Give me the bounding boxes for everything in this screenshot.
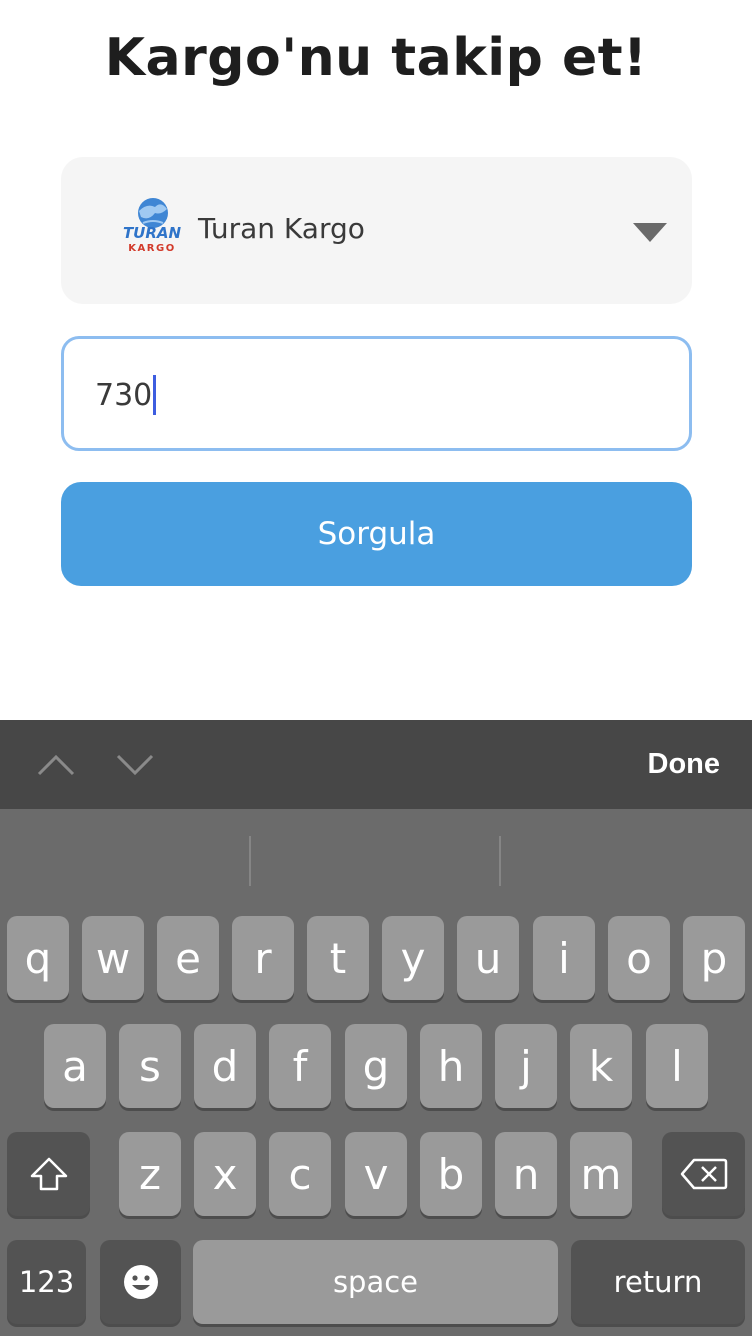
key-v[interactable]: v xyxy=(345,1132,407,1216)
key-d[interactable]: d xyxy=(194,1024,256,1108)
key-t[interactable]: t xyxy=(307,916,369,1000)
return-key[interactable]: return xyxy=(571,1240,745,1324)
carrier-select[interactable]: TURAN KARGO Turan Kargo xyxy=(61,157,692,304)
done-button[interactable]: Done xyxy=(648,748,721,781)
delete-key[interactable] xyxy=(662,1132,745,1216)
keyboard: q w e r t y u i o p a s d f g h j k l z … xyxy=(0,809,752,1336)
key-x[interactable]: x xyxy=(194,1132,256,1216)
dropdown-triangle-icon[interactable] xyxy=(633,221,667,243)
key-m[interactable]: m xyxy=(570,1132,632,1216)
key-w[interactable]: w xyxy=(82,916,144,1000)
shift-icon xyxy=(30,1157,67,1191)
key-z[interactable]: z xyxy=(119,1132,181,1216)
logo-text-top: TURAN xyxy=(123,224,182,242)
chevron-down-icon[interactable] xyxy=(115,744,155,784)
key-l[interactable]: l xyxy=(646,1024,708,1108)
suggestion-divider xyxy=(499,836,501,886)
keyboard-toolbar: Done xyxy=(0,720,752,809)
key-p[interactable]: p xyxy=(683,916,745,1000)
chevron-up-icon[interactable] xyxy=(36,744,76,784)
key-g[interactable]: g xyxy=(345,1024,407,1108)
backspace-icon xyxy=(680,1158,727,1190)
logo-text-bottom: KARGO xyxy=(128,243,175,254)
key-j[interactable]: j xyxy=(495,1024,557,1108)
query-button[interactable]: Sorgula xyxy=(61,482,692,586)
key-y[interactable]: y xyxy=(382,916,444,1000)
key-o[interactable]: o xyxy=(608,916,670,1000)
suggestion-divider xyxy=(249,836,251,886)
numbers-key[interactable]: 123 xyxy=(7,1240,86,1324)
tracking-number-value: 730 xyxy=(95,377,153,413)
text-cursor xyxy=(153,375,157,415)
key-f[interactable]: f xyxy=(269,1024,331,1108)
selected-carrier-label: Turan Kargo xyxy=(198,212,365,245)
emoji-icon xyxy=(123,1265,158,1299)
tracking-number-input[interactable]: 730 xyxy=(61,336,692,451)
key-i[interactable]: i xyxy=(533,916,595,1000)
key-r[interactable]: r xyxy=(232,916,294,1000)
space-key[interactable]: space xyxy=(193,1240,558,1324)
page-title: Kargo'nu takip et! xyxy=(104,28,648,88)
key-n[interactable]: n xyxy=(495,1132,557,1216)
key-u[interactable]: u xyxy=(457,916,519,1000)
key-a[interactable]: a xyxy=(44,1024,106,1108)
turan-kargo-logo: TURAN KARGO xyxy=(123,198,182,254)
key-s[interactable]: s xyxy=(119,1024,181,1108)
key-b[interactable]: b xyxy=(420,1132,482,1216)
emoji-key[interactable] xyxy=(100,1240,181,1324)
key-c[interactable]: c xyxy=(269,1132,331,1216)
key-q[interactable]: q xyxy=(7,916,69,1000)
key-k[interactable]: k xyxy=(570,1024,632,1108)
key-e[interactable]: e xyxy=(157,916,219,1000)
key-h[interactable]: h xyxy=(420,1024,482,1108)
shift-key[interactable] xyxy=(7,1132,90,1216)
